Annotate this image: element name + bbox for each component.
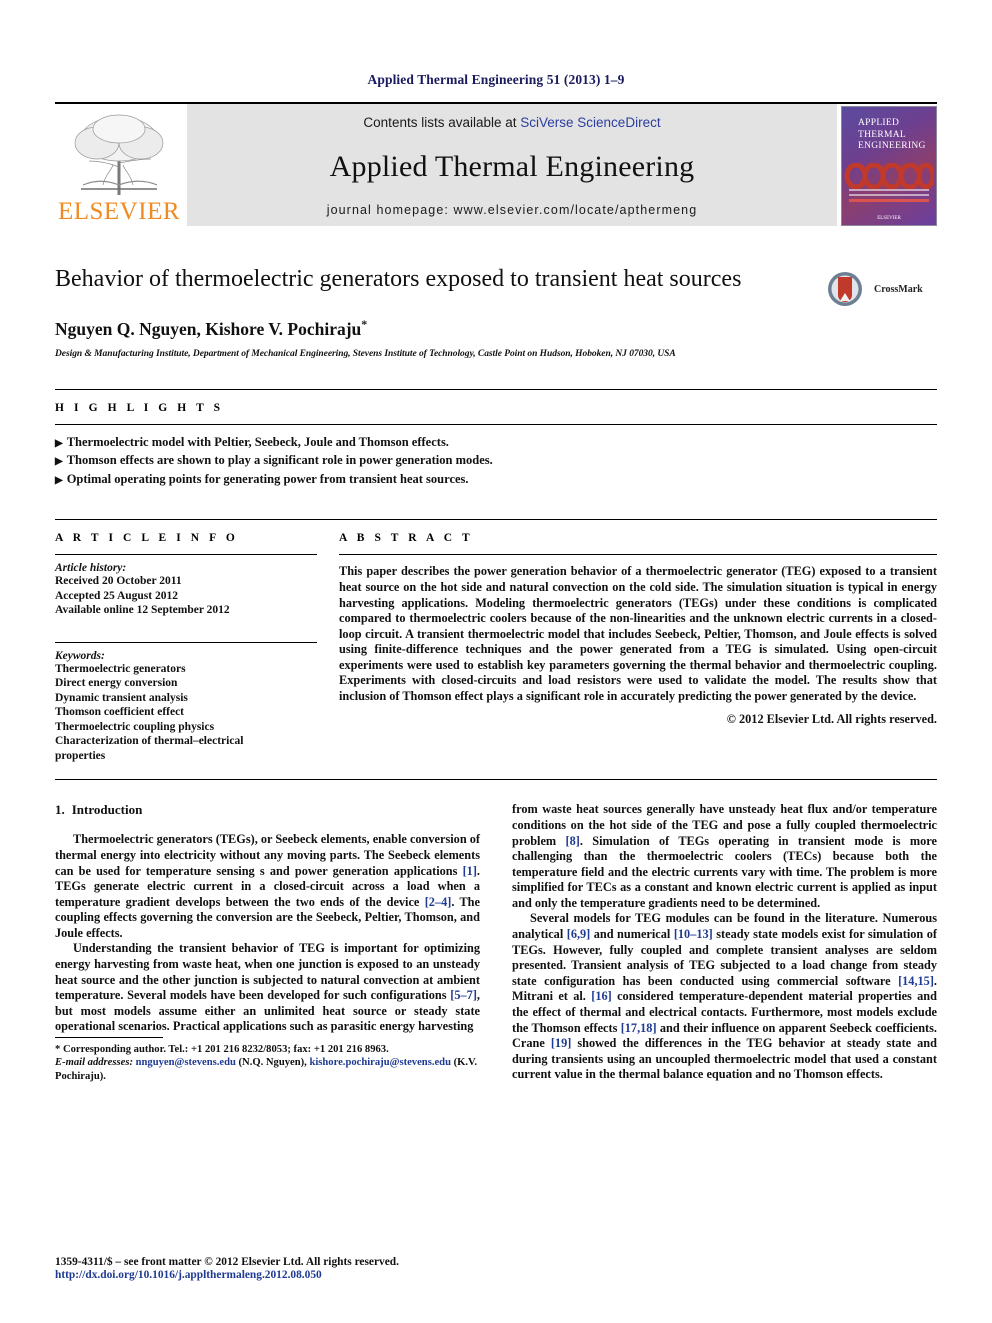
journal-cover-thumbnail: APPLIED THERMAL ENGINEERING ELSEVIER [841,104,937,226]
authors-text: Nguyen Q. Nguyen, Kishore V. Pochiraju [55,318,362,339]
contents-prefix: Contents lists available at [363,115,521,130]
masthead-center: Contents lists available at SciVerse Sci… [187,104,837,226]
issn-copyright-line: 1359-4311/$ – see front matter © 2012 El… [55,1256,399,1268]
article-info-divider [55,554,317,556]
abstract-column: A B S T R A C T This paper describes the… [339,532,937,763]
page-footer: 1359-4311/$ – see front matter © 2012 El… [55,1256,535,1281]
abstract-divider [339,554,937,556]
email-owner-1: (N.Q. Nguyen), [238,1057,307,1069]
elsevier-wordmark: ELSEVIER [57,198,181,225]
article-history-heading: Article history: [55,562,127,575]
corresponding-author-text: * Corresponding author. Tel.: +1 201 216… [55,1043,389,1055]
copyright-line: © 2012 Elsevier Ltd. All rights reserved… [726,711,937,726]
highlights-label: H I G H L I G H T S [55,401,224,414]
paper-page: Applied Thermal Engineering 51 (2013) 1–… [0,0,992,1323]
email-link-1[interactable]: nnguyen@stevens.edu [136,1057,236,1068]
author-list: Nguyen Q. Nguyen, Kishore V. Pochiraju* [55,317,817,340]
list-item: ▶ Thomson effects are shown to play a sig… [55,452,937,471]
journal-masthead: ELSEVIER Contents lists available at Sci… [55,102,937,226]
doi-link[interactable]: http://dx.doi.org/10.1016/j.applthermale… [55,1269,535,1281]
running-head: Applied Thermal Engineering 51 (2013) 1–… [367,72,625,87]
crossmark-icon [828,272,862,306]
paragraph: Several models for TEG modules can be fo… [512,911,937,1082]
keywords-heading: Keywords: [55,649,105,662]
title-block: Behavior of thermoelectric generators ex… [55,264,937,359]
keyword-item: Thomson coefficient effect [55,706,185,719]
cover-publisher-mark: ELSEVIER [877,216,901,221]
article-info-label: A R T I C L E I N F O [55,532,239,545]
footnote-block: * Corresponding author. Tel.: +1 201 216… [55,1036,480,1083]
email-link-2[interactable]: kishore.pochiraju@stevens.edu [309,1057,451,1068]
history-accepted: Accepted 25 August 2012 [55,589,178,602]
body-column-right: from waste heat sources generally have u… [512,802,937,1083]
history-received: Received 20 October 2011 [55,575,182,588]
abstract-label: A B S T R A C T [339,532,474,545]
elsevier-logo: ELSEVIER [55,104,183,226]
highlights-section: H I G H L I G H T S ▶ Thermoelectric mode… [55,388,937,490]
corresponding-author-note: * Corresponding author. Tel.: +1 201 216… [55,1043,480,1083]
triangle-right-icon: ▶ [55,437,63,449]
keyword-item: properties [55,749,106,762]
cover-rings-graphic [844,163,934,189]
email-label: E-mail addresses: [55,1057,133,1069]
elsevier-tree-icon [63,109,175,201]
paragraph: Understanding the transient behavior of … [55,941,480,1034]
keyword-item: Dynamic transient analysis [55,691,188,704]
highlight-text: Thermoelectric model with Peltier, Seebe… [66,434,449,449]
highlights-list: ▶ Thermoelectric model with Peltier, Seeb… [55,434,937,490]
abstract-text: This paper describes the power generatio… [339,564,937,704]
triangle-right-icon: ▶ [55,456,63,468]
body-column-left: 1. Introduction Thermoelectric generators… [55,802,480,1083]
journal-title: Applied Thermal Engineering [329,149,695,183]
list-item: ▶ Thermoelectric model with Peltier, Seeb… [55,434,937,453]
keyword-item: Direct energy conversion [55,677,178,690]
section-number: 1. [55,802,65,818]
article-info-column: A R T I C L E I N F O Article history: R… [55,532,317,763]
keyword-item: Thermoelectric generators [55,662,186,675]
keyword-item: Characterization of thermal–electrical [55,735,244,748]
info-abstract-section: A R T I C L E I N F O Article history: R… [55,519,937,763]
history-available-online: Available online 12 September 2012 [55,604,230,617]
section-heading-introduction: 1. Introduction [55,802,480,818]
body-columns: 1. Introduction Thermoelectric generators… [55,802,937,1083]
section-title-text: Introduction [71,802,143,818]
highlight-text: Optimal operating points for generating … [66,471,469,486]
cover-text-lines [849,189,929,205]
list-item: ▶ Optimal operating points for generating… [55,471,937,490]
paragraph: from waste heat sources generally have u… [512,802,937,910]
page-title: Behavior of thermoelectric generators ex… [55,266,742,292]
journal-homepage-link[interactable]: journal homepage: www.elsevier.com/locat… [327,203,698,217]
keywords-divider [55,641,317,643]
contents-available-line: Contents lists available at SciVerse Sci… [363,115,660,130]
keyword-item: Thermoelectric coupling physics [55,720,215,733]
cover-title: APPLIED THERMAL ENGINEERING [858,118,926,151]
crossmark-badge[interactable]: CrossMark [825,266,937,312]
footnote-divider [55,1036,163,1038]
corresponding-author-marker: * [361,317,368,331]
sciencedirect-link[interactable]: SciVerse ScienceDirect [520,115,660,130]
body-divider [55,779,937,781]
affiliation: Design & Manufacturing Institute, Depart… [55,348,676,359]
triangle-right-icon: ▶ [55,474,63,486]
paragraph: Thermoelectric generators (TEGs), or See… [55,832,480,940]
highlight-text: Thomson effects are shown to play a sign… [66,453,493,468]
crossmark-label: CrossMark [874,283,923,295]
highlights-divider [55,423,937,425]
